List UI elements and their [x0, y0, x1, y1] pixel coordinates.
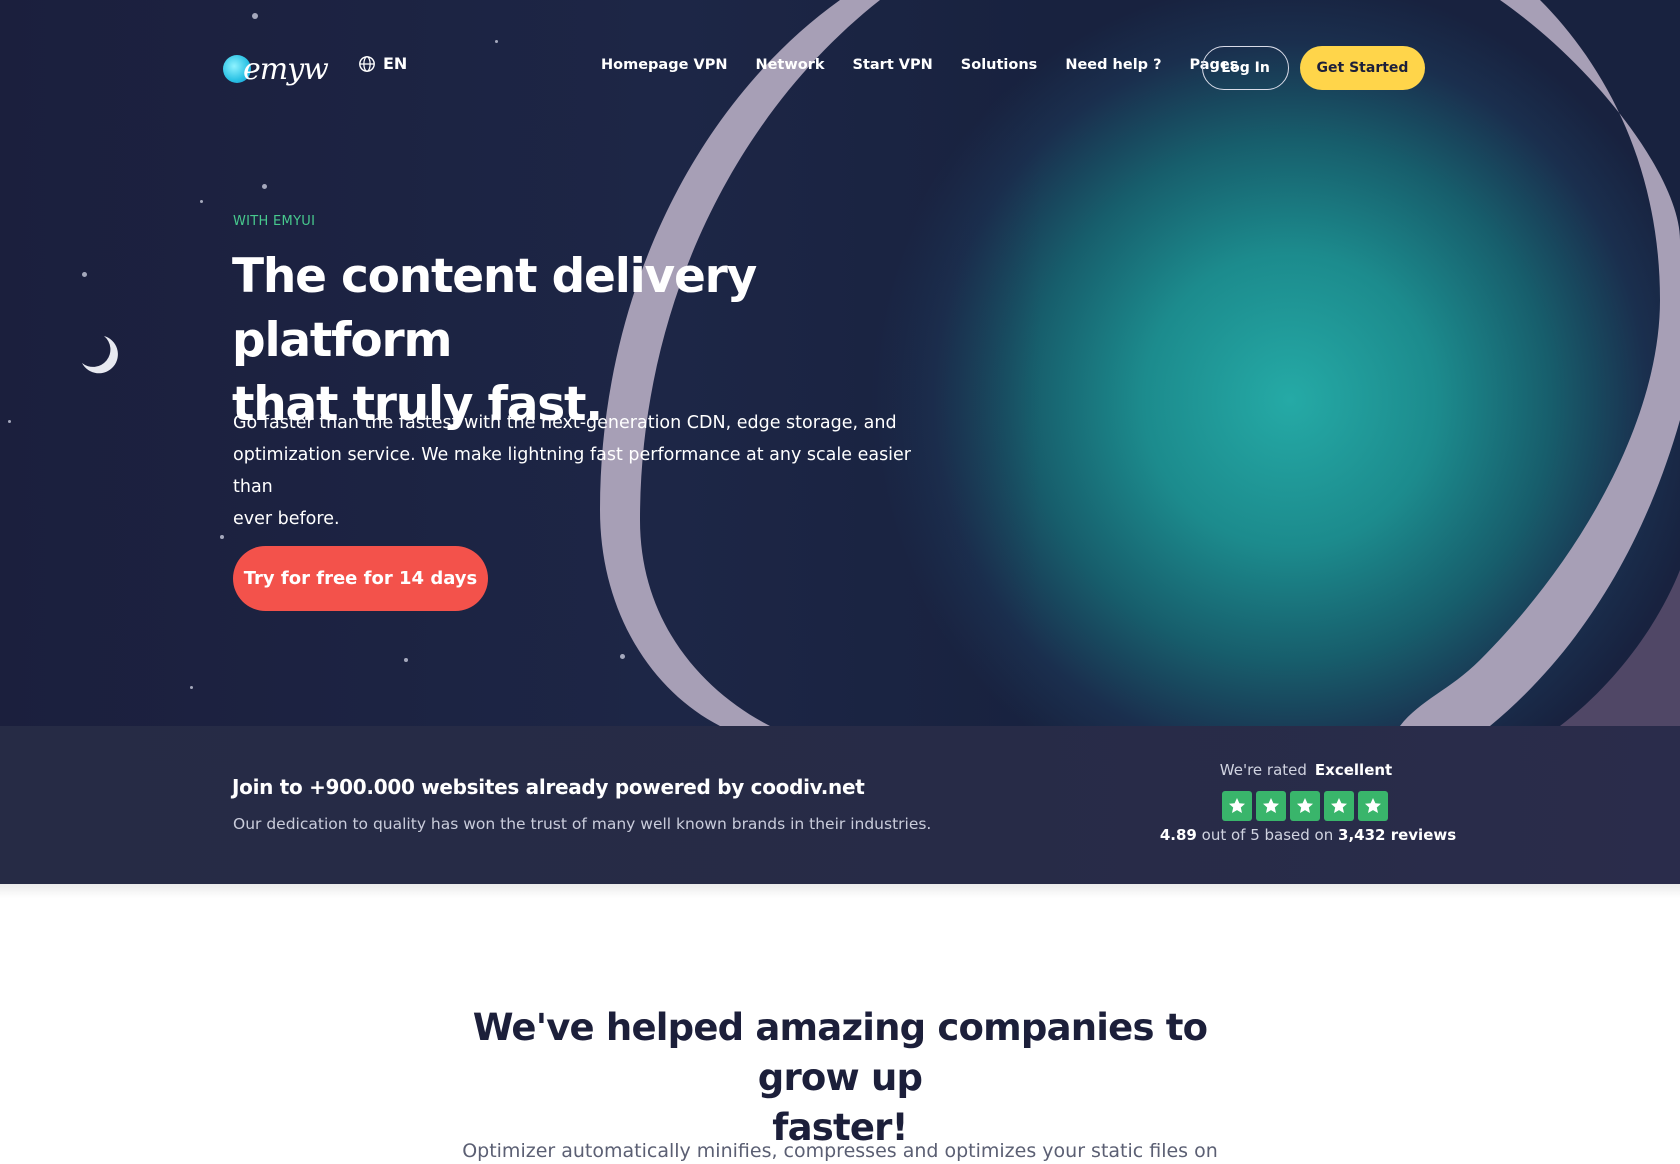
hero-eyebrow: WITH EMYUI [233, 214, 316, 229]
trust-subtitle: Our dedication to quality has won the tr… [233, 815, 932, 833]
trust-title: Join to +900.000 websites already powere… [232, 775, 865, 799]
rating-middle-text: out of 5 based on [1201, 826, 1334, 844]
lead-line: ever before. [233, 509, 340, 529]
brand-logo[interactable]: emyw [223, 49, 329, 89]
get-started-button[interactable]: Get Started [1300, 46, 1425, 90]
star-icon [1256, 791, 1286, 821]
nav-item-homepage-vpn[interactable]: Homepage VPN [601, 57, 727, 73]
section-title-line: We've helped amazing companies to grow u… [472, 1006, 1208, 1099]
review-count[interactable]: 3,432 reviews [1338, 826, 1456, 844]
star-dot [220, 535, 224, 539]
globe-icon [359, 55, 375, 72]
section-title: We've helped amazing companies to grow u… [440, 1003, 1240, 1153]
rating-label: We're rated Excellent [1170, 761, 1442, 779]
star-dot [404, 658, 408, 662]
star-dot [620, 654, 625, 659]
nav-item-network[interactable]: Network [755, 57, 824, 73]
login-button[interactable]: Log In [1202, 46, 1289, 90]
star-dot [252, 13, 258, 19]
nav-item-solutions[interactable]: Solutions [961, 57, 1038, 73]
moon-shape [82, 336, 118, 374]
nav-item-need-help[interactable]: Need help ? [1065, 57, 1161, 73]
lead-line: Go faster than the fastest with the next… [233, 413, 897, 433]
free-trial-button[interactable]: Try for free for 14 days [233, 546, 488, 611]
star-dot [8, 420, 11, 423]
lead-line: optimization service. We make lightning … [233, 445, 912, 497]
star-icon [1324, 791, 1354, 821]
star-dot [262, 184, 267, 189]
trust-band [0, 726, 1680, 898]
rating-score: 4.89 [1159, 826, 1197, 844]
language-code: EN [383, 54, 408, 73]
logo-text: emyw [243, 51, 329, 87]
star-icon [1222, 791, 1252, 821]
section-text: Optimizer automatically minifies, compre… [462, 1140, 1218, 1162]
rating-word: Excellent [1314, 761, 1393, 779]
star-dot [190, 686, 193, 689]
star-dot [82, 272, 87, 277]
star-dot [495, 40, 498, 43]
rating-stars [1222, 791, 1388, 821]
star-icon [1290, 791, 1320, 821]
star-dot [200, 200, 203, 203]
language-selector[interactable]: EN [358, 54, 407, 73]
review-summary: 4.89 out of 5 based on 3,432 reviews [1130, 826, 1486, 844]
rating-prefix: We're rated [1219, 761, 1307, 779]
star-icon [1358, 791, 1388, 821]
hero-lead-text: Go faster than the fastest with the next… [233, 407, 933, 535]
main-nav: Homepage VPN Network Start VPN Solutions… [601, 57, 1266, 73]
nav-item-start-vpn[interactable]: Start VPN [853, 57, 933, 73]
headline-line: The content delivery platform [232, 249, 757, 368]
